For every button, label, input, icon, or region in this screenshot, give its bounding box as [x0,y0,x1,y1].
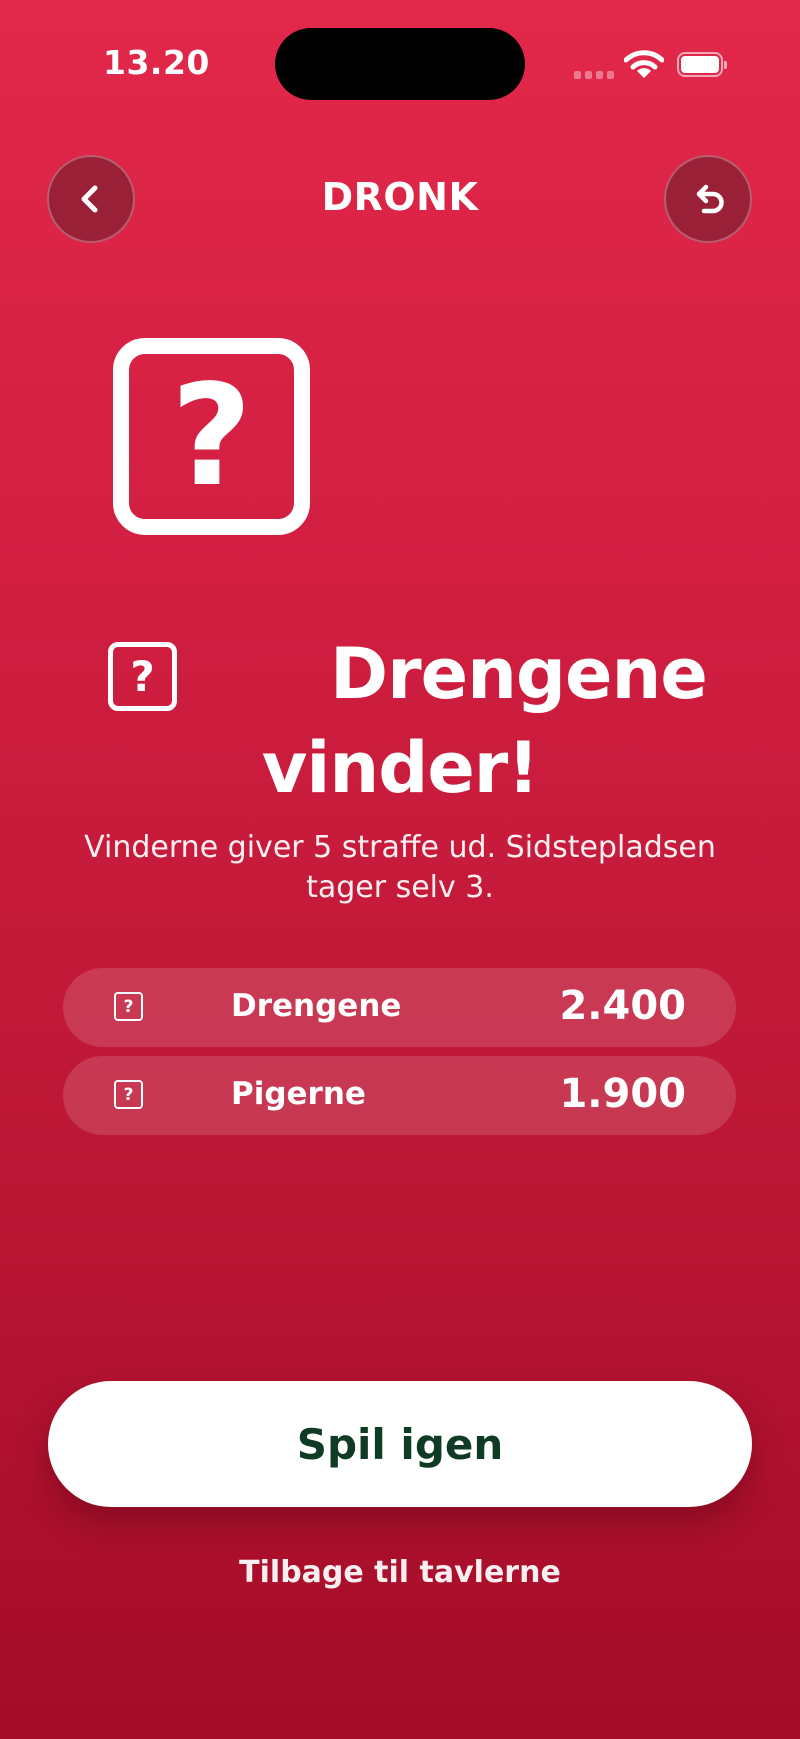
back-to-boards-link[interactable]: Tilbage til tavlerne [0,1555,800,1590]
team-name: Pigerne [231,1076,366,1112]
back-button[interactable] [47,155,135,243]
row-icon-glyph: ? [123,996,134,1017]
team-question-icon: ? [114,992,143,1021]
dynamic-island [275,28,525,100]
app-title: DRONK [321,175,479,219]
wifi-icon [624,50,664,78]
chevron-left-icon [81,185,98,213]
play-again-button[interactable]: Spil igen [48,1381,752,1507]
team-question-icon: ? [108,642,177,711]
scoreboard-row: ? Pigerne 1.900 [63,1056,736,1135]
result-description: Vinderne giver 5 straffe ud. Sidsteplads… [84,830,716,905]
team-score: 1.900 [559,1071,686,1117]
undo-arrow-icon [696,184,724,214]
cellular-signal-icon [574,71,614,79]
winner-title-line2: vinder! [261,727,540,809]
team-score: 2.400 [559,983,686,1029]
winner-title-line1: Drengene [330,633,708,715]
hero-icon-glyph: ? [170,355,253,518]
status-time: 13.20 [103,43,210,82]
scoreboard-row: ? Drengene 2.400 [63,968,736,1047]
battery-icon [677,52,727,77]
small-icon-glyph: ? [130,652,155,701]
team-name: Drengene [231,988,402,1024]
row-icon-glyph: ? [123,1084,134,1105]
question-mark-icon: ? [113,338,310,535]
team-question-icon: ? [114,1080,143,1109]
undo-button[interactable] [664,155,752,243]
